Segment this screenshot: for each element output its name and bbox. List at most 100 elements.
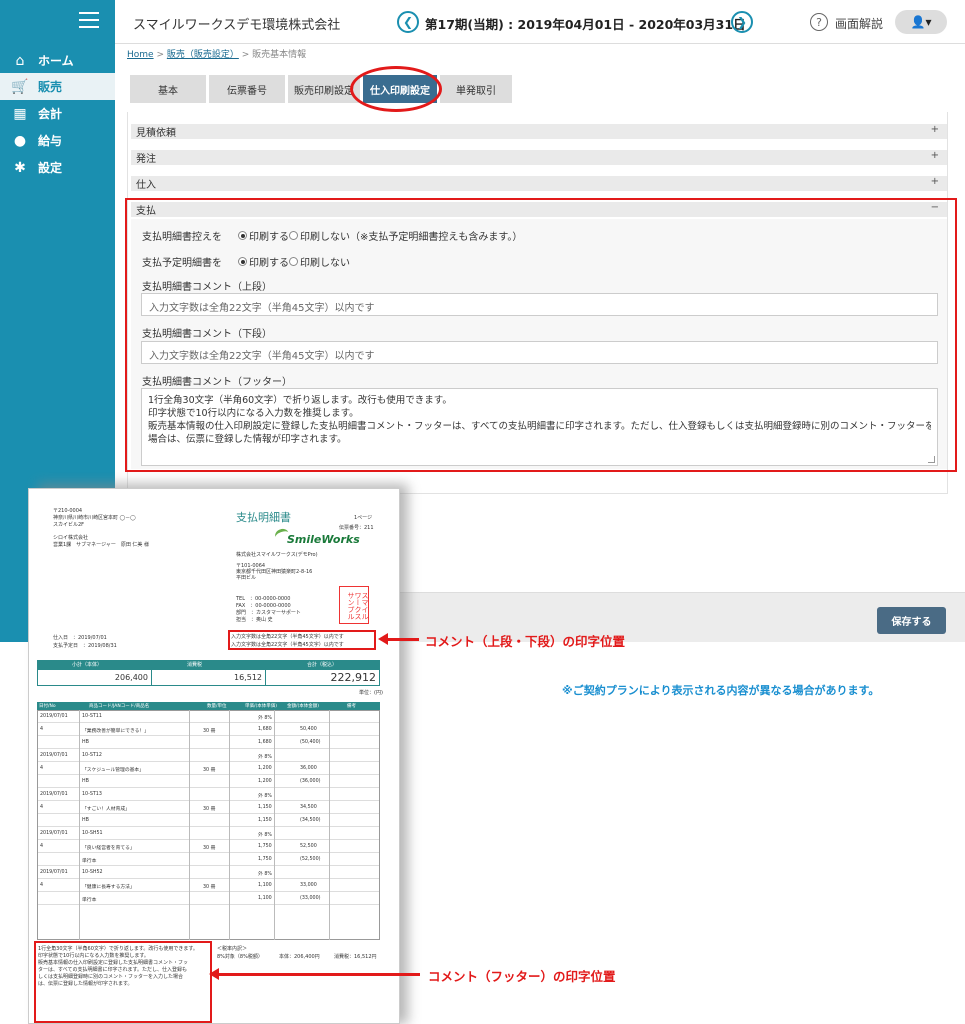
table-cell: 10-ST13: [82, 792, 102, 797]
table-cell: (33,000): [300, 896, 321, 901]
issuer-name: 株式会社スマイルワークス(デモPro): [236, 552, 318, 558]
table-row: 4 「良い経営者を育てる」 30 冊 1,750 52,500: [38, 841, 379, 853]
table-cell: 1,750: [258, 844, 272, 849]
sidebar-item-home[interactable]: ⌂ ホーム: [0, 47, 115, 74]
table-row: 4 「すごい！人材育成」 30 冊 1,150 34,500: [38, 802, 379, 814]
section-quote[interactable]: 見積依頼 +: [131, 124, 947, 139]
sidebar-item-label: 設定: [38, 161, 63, 175]
totals-head-tax: 消費税: [187, 662, 203, 668]
tab-basic[interactable]: 基本: [130, 75, 206, 103]
payment-highlight-box: [125, 198, 957, 472]
col-divider: [329, 710, 330, 940]
header: スマイルワークスデモ環境株式会社 ❮ 第17期(当期) : 2019年04月01…: [115, 0, 965, 44]
col-unit-price: 単価/(本体単価): [245, 704, 278, 709]
col-divider: [229, 710, 230, 940]
sidebar-item-accounting[interactable]: ▦ 会計: [0, 100, 115, 127]
table-row: 2019/07/01 10-SH52 外 8%: [38, 867, 379, 879]
table-cell: 外 8%: [258, 833, 272, 838]
table-cell: 外 8%: [258, 755, 272, 760]
issuer-dept: 部門 ：カスタマーサポート: [236, 610, 301, 616]
table-cell: 1,150: [258, 818, 272, 823]
table-cell: 1,680: [258, 727, 272, 732]
table-row: 単行本 1,750 (52,500): [38, 854, 379, 866]
statement-title: 支払明細書: [236, 511, 291, 524]
tax-breakdown-amount: 消費税：16,512円: [334, 954, 377, 960]
section-title: 発注: [136, 154, 156, 165]
breadcrumb-current: 販売基本情報: [252, 50, 307, 60]
sidebar-item-payroll[interactable]: ● 給与: [0, 127, 115, 154]
table-cell: (50,400): [300, 740, 321, 745]
page-number: 1ページ: [354, 515, 373, 521]
table-row: 2019/07/01 10-ST13 外 8%: [38, 789, 379, 801]
table-cell: 1,200: [258, 766, 272, 771]
tax-breakdown-body: 本体：206,400円: [279, 954, 320, 960]
to-building: スカイビル2F: [53, 522, 85, 528]
table-cell: 外 8%: [258, 872, 272, 877]
home-icon: ⌂: [15, 52, 25, 69]
breadcrumb-home[interactable]: Home: [127, 50, 154, 60]
table-row: 2019/07/01 10-ST12 外 8%: [38, 750, 379, 762]
footer-highlight-box: [34, 941, 212, 1023]
chevron-left-icon: ❮: [402, 15, 414, 29]
user-menu-button[interactable]: 👤▾: [895, 10, 947, 34]
table-cell: 30 冊: [203, 729, 216, 734]
arrow-footer: [209, 968, 420, 980]
table-cell: 30 冊: [203, 807, 216, 812]
payment-date: 支払予定日 ：2019/08/31: [53, 643, 117, 649]
table-cell: HB: [82, 779, 89, 784]
table-row: HB 1,200 (36,000): [38, 776, 379, 788]
table-cell: 「業務改善が簡単にできる！」: [82, 729, 150, 734]
company-name: スマイルワークスデモ環境株式会社: [133, 18, 341, 33]
breadcrumb-sales[interactable]: 販売（販売設定）: [167, 50, 239, 60]
sidebar-item-settings[interactable]: ✱ 設定: [0, 154, 115, 181]
table-cell: 外 8%: [258, 716, 272, 721]
section-title: 仕入: [136, 180, 156, 191]
annotation-footer: コメント（フッター）の印字位置: [428, 969, 616, 984]
table-row: 単行本 1,100 (33,000): [38, 893, 379, 905]
table-cell: 10-SH52: [82, 870, 103, 875]
col-divider: [274, 710, 275, 940]
col-remarks: 備考: [347, 704, 356, 709]
section-purchase[interactable]: 仕入 +: [131, 176, 947, 191]
totals-head-subtotal: 小計（本体）: [72, 662, 103, 668]
table-cell: 1,200: [258, 779, 272, 784]
table-row: 4 「スケジュール管理の基本」 30 冊 1,200 36,000: [38, 763, 379, 775]
col-divider: [79, 710, 80, 940]
menu-toggle-icon[interactable]: [79, 12, 99, 28]
plan-note: ※ご契約プランにより表示される内容が異なる場合があります。: [562, 684, 880, 697]
help-link[interactable]: 画面解説: [835, 15, 883, 32]
cart-icon: 🛒: [11, 78, 29, 95]
issuer-building: 平田ビル: [236, 575, 257, 581]
section-order[interactable]: 発注 +: [131, 150, 947, 165]
col-qty: 数量/単位: [207, 704, 227, 709]
expand-icon: +: [930, 176, 939, 187]
table-cell: 30 冊: [203, 768, 216, 773]
table-cell: (36,000): [300, 779, 321, 784]
table-cell: 10-ST11: [82, 714, 102, 719]
payment-statement-preview: 〒210-0004 神奈川県川崎市川崎区宮本町 ◯－◯ スカイビル2F シロイ株…: [28, 488, 400, 1024]
help-icon[interactable]: ?: [810, 13, 828, 31]
chevron-right-icon: ❯: [736, 15, 748, 29]
table-row: 4 「健康に長寿する方法」 30 冊 1,100 33,000: [38, 880, 379, 892]
tab-slip-number[interactable]: 伝票番号: [209, 75, 285, 103]
expand-icon: +: [930, 124, 939, 135]
tab-one-time-deal[interactable]: 単発取引: [440, 75, 512, 103]
to-zip: 〒210-0004: [53, 508, 83, 514]
expand-icon: +: [930, 150, 939, 161]
table-cell: 30 冊: [203, 846, 216, 851]
table-header: 日付/No 商品コード/JANコード/商品名 数量/単位 単価/(本体単価) 金…: [37, 702, 380, 710]
annotation-upper-lower: コメント（上段・下段）の印字位置: [425, 634, 626, 649]
table-cell: 36,000: [300, 766, 317, 771]
sidebar-item-sales[interactable]: 🛒 販売: [0, 73, 115, 100]
tab-highlight-circle: [350, 66, 442, 112]
prev-period-button[interactable]: ❮: [397, 11, 419, 33]
table-cell: 1,680: [258, 740, 272, 745]
tax-breakdown-title: ＜税率内訳＞: [217, 946, 248, 952]
table-cell: 2019/07/01: [40, 753, 68, 758]
gear-icon: ✱: [14, 159, 26, 176]
next-period-button[interactable]: ❯: [731, 11, 753, 33]
table-cell: 1,100: [258, 896, 272, 901]
col-date: 日付/No: [39, 704, 56, 709]
table-cell: 2019/07/01: [40, 714, 68, 719]
save-button[interactable]: 保存する: [877, 607, 946, 634]
